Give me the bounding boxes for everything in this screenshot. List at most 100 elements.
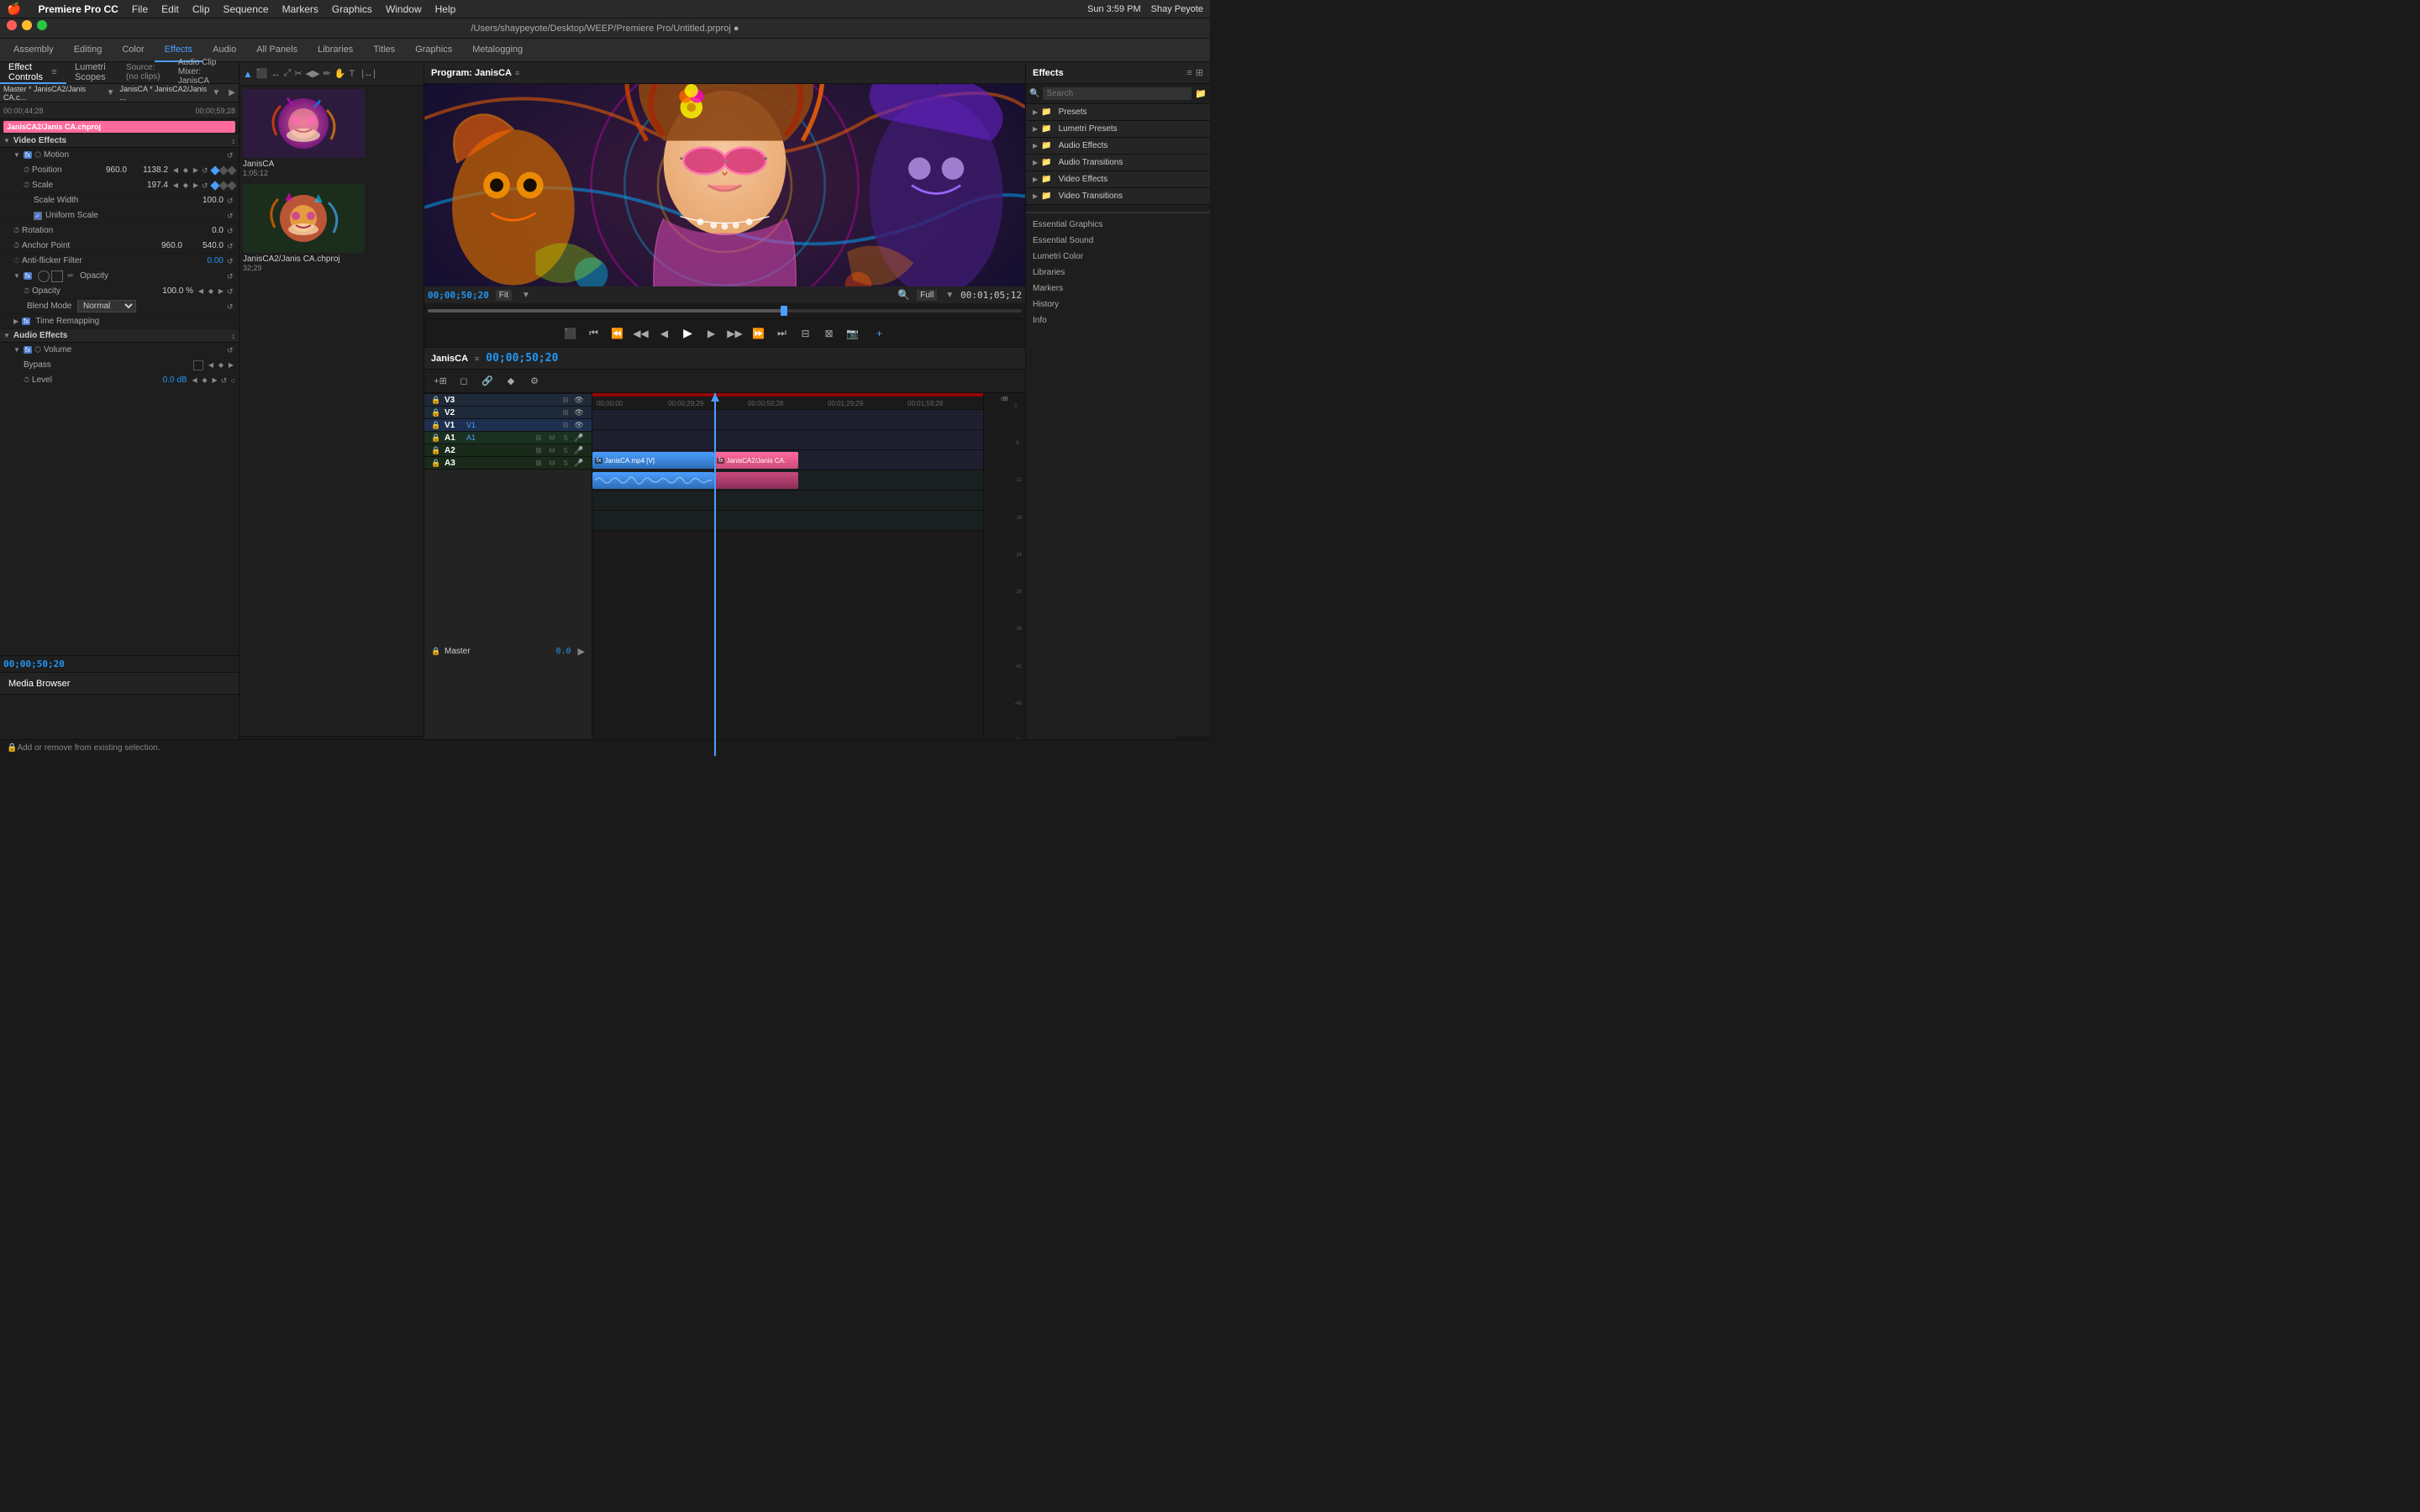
opacity-prev-kf[interactable]: ◀	[197, 287, 205, 296]
motion-reset[interactable]: ↺	[227, 151, 235, 160]
scale-prev-kf[interactable]: ◀	[171, 181, 180, 190]
scale-stopwatch[interactable]: ⏱	[24, 181, 29, 190]
track-v2-lock[interactable]: 🔒	[431, 407, 441, 417]
fit-dropdown[interactable]: ▼	[522, 291, 530, 300]
monitor-quality-button[interactable]: Full	[917, 290, 937, 301]
hand-tool[interactable]: ✋	[334, 68, 346, 79]
sequence-menu[interactable]: Sequence	[224, 3, 269, 15]
tl-master-track[interactable]	[592, 531, 983, 756]
tab-effect-controls-menu[interactable]: ≡	[50, 66, 58, 78]
markers-item[interactable]: Markers	[1026, 281, 1210, 297]
effects-video-effects-header[interactable]: ▶ 📁 Video Effects	[1026, 171, 1210, 187]
track-a2-s[interactable]: S	[560, 444, 571, 456]
track-a2-mic[interactable]: 🎤	[573, 444, 585, 456]
track-v2-sync[interactable]: ⊞	[560, 407, 571, 418]
bypass-prev[interactable]: ◀	[207, 361, 215, 370]
tl-marker-add[interactable]: ◆	[502, 372, 520, 391]
next-frame-btn[interactable]: ⏩	[749, 323, 769, 344]
track-v3-lock[interactable]: 🔒	[431, 395, 441, 405]
mark-in-btn[interactable]: ⬛	[560, 323, 581, 344]
play-btn[interactable]: ▶	[678, 323, 698, 344]
track-a2-m[interactable]: M	[546, 444, 558, 456]
opacity-next-kf[interactable]: ▶	[217, 287, 225, 296]
anchor-y[interactable]: 540.0	[186, 241, 224, 250]
monitor-zoom-icon[interactable]: 🔍	[897, 289, 910, 301]
bypass-next[interactable]: ▶	[227, 361, 235, 370]
motion-header-row[interactable]: ▼ fx ⬡ Motion ↺	[0, 148, 239, 163]
track-a1-m[interactable]: M	[546, 432, 558, 444]
step-back-btn[interactable]: ⏮	[584, 323, 604, 344]
track-a3-mic[interactable]: 🎤	[573, 457, 585, 469]
timeline-menu[interactable]: ≡	[475, 354, 479, 363]
effects-search-input[interactable]	[1043, 87, 1192, 100]
track-v3-sync[interactable]: ⊞	[560, 394, 571, 406]
time-remapping-row[interactable]: ▶ fx Time Remapping	[0, 314, 239, 329]
project-item-janisca2[interactable]: JanisCA2/Janis CA.chproj 32;29	[243, 184, 420, 272]
close-button[interactable]	[7, 20, 17, 30]
opacity-value-reset[interactable]: ↺	[227, 287, 235, 296]
media-browser-tab[interactable]: Media Browser	[0, 673, 78, 695]
position-y[interactable]: 1138.2	[130, 165, 168, 175]
prev-frame-btn[interactable]: ⏪	[608, 323, 628, 344]
level-add[interactable]: ◆	[201, 376, 209, 385]
uniform-scale-checkbox[interactable]	[34, 212, 42, 220]
tl-clip-janisca2-a[interactable]	[714, 472, 798, 489]
tab-audio-mixer[interactable]: Audio Clip Mixer: JanisCA	[170, 62, 239, 84]
track-v1-lock[interactable]: 🔒	[431, 420, 441, 430]
bypass-add[interactable]: ◆	[217, 361, 225, 370]
effect-clip-bar[interactable]: JanisCA2/Janis CA.chproj	[3, 121, 235, 133]
scale-width-reset[interactable]: ↺	[227, 197, 235, 205]
level-value[interactable]: 0.0 dB	[150, 375, 187, 385]
blend-mode-reset[interactable]: ↺	[227, 302, 235, 311]
minimize-button[interactable]	[22, 20, 32, 30]
effects-presets-header[interactable]: ▶ 📁 Presets	[1026, 104, 1210, 120]
opacity-square-shape[interactable]	[51, 270, 63, 282]
level-circle[interactable]: ○	[231, 376, 235, 385]
libraries-item[interactable]: Libraries	[1026, 265, 1210, 281]
info-item[interactable]: Info	[1026, 312, 1210, 328]
position-prev-kf[interactable]: ◀	[171, 166, 180, 175]
slip-tool[interactable]: ◀▶	[306, 68, 320, 79]
ws-tab-titles[interactable]: Titles	[363, 39, 405, 62]
ws-tab-graphics[interactable]: Graphics	[405, 39, 462, 62]
effects-audio-transitions-header[interactable]: ▶ 📁 Audio Transitions	[1026, 155, 1210, 171]
pen-tool[interactable]: ✏	[324, 68, 331, 79]
anchor-stopwatch[interactable]: ⏱	[13, 241, 19, 250]
opacity-reset[interactable]: ↺	[227, 272, 235, 281]
extract-btn[interactable]: ⊠	[819, 323, 839, 344]
master-value[interactable]: 0.0	[555, 647, 571, 656]
fit-tool[interactable]: |↔|	[361, 69, 376, 79]
scale-next-kf[interactable]: ▶	[192, 181, 200, 190]
markers-menu[interactable]: Markers	[282, 3, 318, 15]
apple-menu[interactable]: 🍎	[7, 2, 21, 16]
uniform-scale-reset[interactable]: ↺	[227, 212, 235, 220]
essential-graphics-item[interactable]: Essential Graphics	[1026, 217, 1210, 233]
position-keyframe3[interactable]	[227, 165, 236, 175]
clip-menu[interactable]: Clip	[192, 3, 210, 15]
edit-menu[interactable]: Edit	[161, 3, 179, 15]
timeline-time-display[interactable]: 00;00;50;20	[486, 352, 558, 365]
level-reset[interactable]: ↺	[221, 376, 229, 385]
ws-tab-color[interactable]: Color	[112, 39, 154, 62]
position-add-kf[interactable]: ◆	[182, 166, 190, 175]
position-next-kf[interactable]: ▶	[192, 166, 200, 175]
maximize-button[interactable]	[37, 20, 47, 30]
scale-add-kf[interactable]: ◆	[182, 181, 190, 190]
tab-source[interactable]: Source: (no clips)	[118, 62, 170, 84]
effects-video-transitions-header[interactable]: ▶ 📁 Video Transitions	[1026, 188, 1210, 204]
anchor-x[interactable]: 960.0	[145, 241, 182, 250]
clip-master-label[interactable]: Master * JanisCA2/Janis CA.c...	[3, 85, 102, 102]
blend-mode-select[interactable]: Normal Dissolve Multiply Screen Overlay	[77, 300, 136, 312]
opacity-circle-shape[interactable]	[38, 270, 50, 282]
scale-width-value[interactable]: 100.0	[186, 196, 224, 205]
tl-v1-track[interactable]: fx JanisCA.mp4 [V] fx JanisCA2/Janis CA.	[592, 450, 983, 470]
rotation-stopwatch[interactable]: ⏱	[13, 226, 19, 235]
current-time[interactable]: 00;00;50;20	[3, 659, 65, 669]
tl-a3-track[interactable]	[592, 511, 983, 531]
ws-tab-editing[interactable]: Editing	[64, 39, 113, 62]
track-a3-m[interactable]: M	[546, 457, 558, 469]
tl-v3-track[interactable]	[592, 410, 983, 430]
text-tool[interactable]: T	[349, 69, 355, 79]
position-reset[interactable]: ↺	[202, 166, 210, 175]
tl-snap[interactable]: ◻	[455, 372, 473, 391]
